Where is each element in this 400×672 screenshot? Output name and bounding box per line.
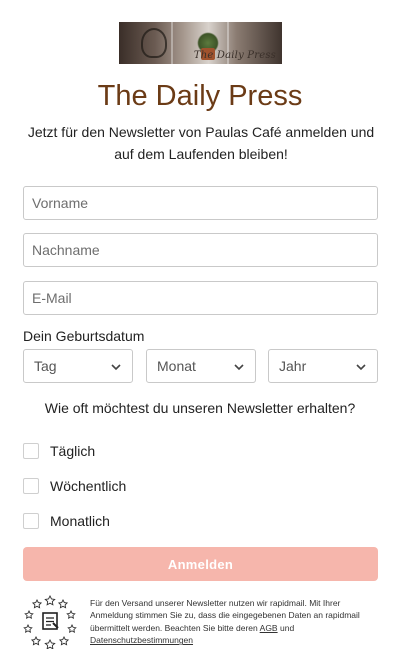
dob-label: Dein Geburtsdatum	[23, 328, 145, 344]
chevron-down-icon	[356, 364, 366, 371]
privacy-link[interactable]: Datenschutzbestimmungen	[90, 635, 193, 645]
banner-text: The Daily Press	[193, 50, 276, 61]
month-select[interactable]: Monat	[146, 349, 256, 383]
submit-button[interactable]: Anmelden	[23, 547, 378, 581]
firstname-input[interactable]	[23, 186, 378, 220]
checkbox-daily[interactable]	[23, 443, 39, 459]
checkbox-weekly[interactable]	[23, 478, 39, 494]
rapidmail-logo-icon	[23, 594, 77, 649]
option-monthly-label: Monatlich	[50, 513, 110, 529]
banner-lamp	[141, 28, 167, 58]
page-subtitle: Jetzt für den Newsletter von Paulas Café…	[27, 124, 375, 162]
frequency-question: Wie oft möchtest du unseren Newsletter e…	[44, 400, 356, 416]
email-input[interactable]	[23, 281, 378, 315]
footer-disclaimer: Für den Versand unserer Newsletter nutze…	[90, 597, 380, 647]
year-select-value: Jahr	[279, 358, 307, 374]
lastname-input[interactable]	[23, 233, 378, 267]
chevron-down-icon	[234, 364, 244, 371]
header-banner-image: The Daily Press	[119, 22, 282, 64]
agb-link[interactable]: AGB	[260, 623, 278, 633]
option-weekly-label: Wöchentlich	[50, 478, 127, 494]
footer-text: Für den Versand unserer Newsletter nutze…	[90, 598, 360, 633]
option-daily[interactable]: Täglich	[23, 443, 95, 459]
chevron-down-icon	[111, 364, 121, 371]
year-select[interactable]: Jahr	[268, 349, 378, 383]
day-select-value: Tag	[34, 358, 57, 374]
month-select-value: Monat	[157, 358, 196, 374]
option-daily-label: Täglich	[50, 443, 96, 459]
checkbox-monthly[interactable]	[23, 513, 39, 529]
option-weekly[interactable]: Wöchentlich	[23, 478, 126, 494]
page-title: The Daily Press	[97, 80, 303, 112]
day-select[interactable]: Tag	[23, 349, 133, 383]
footer-and: und	[279, 622, 295, 633]
option-monthly[interactable]: Monatlich	[23, 513, 110, 529]
banner-window-frame	[171, 22, 173, 64]
